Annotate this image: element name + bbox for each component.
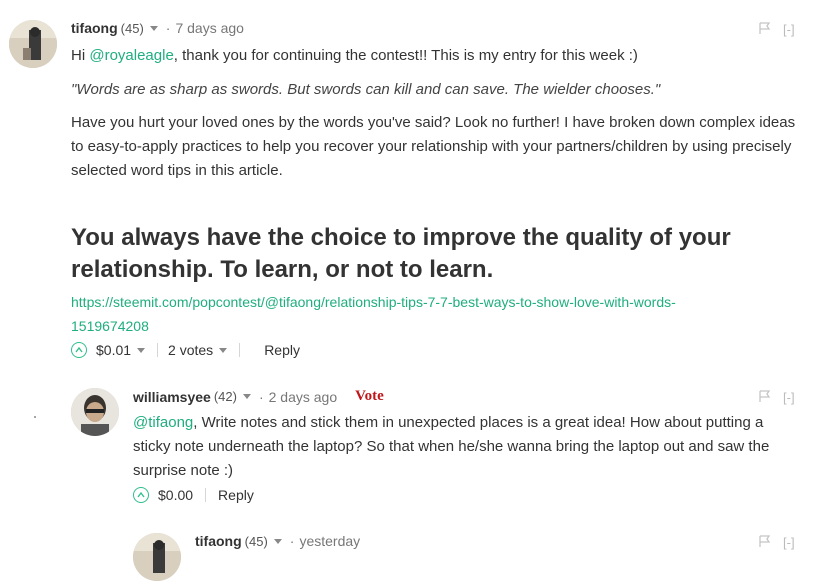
payout-value[interactable]: $0.01	[96, 342, 131, 358]
comment-paragraph: Have you hurt your loved ones by the wor…	[71, 111, 795, 183]
chevron-down-icon[interactable]	[219, 347, 228, 353]
vote-button[interactable]: Vote	[355, 388, 384, 405]
avatar[interactable]	[133, 533, 181, 581]
reply-link[interactable]: Reply	[264, 342, 300, 358]
comment-footer: $0.00 Reply	[133, 487, 254, 503]
upvote-icon[interactable]	[133, 487, 149, 503]
paragraph-line: selected word tips in this article.	[71, 162, 283, 179]
collapse-toggle[interactable]: [-]	[783, 535, 795, 550]
divider	[157, 343, 159, 357]
paragraph-line: Have you hurt your loved ones by the wor…	[71, 114, 796, 131]
comment-header: tifaong (45) · 7 days ago	[71, 20, 244, 36]
divider	[205, 488, 207, 502]
author-name[interactable]: williamsyee	[133, 389, 211, 405]
separator-dot: ·	[289, 533, 295, 549]
reputation-badge: (45)	[120, 20, 144, 36]
separator-dot: ·	[258, 388, 264, 405]
comment-footer: $0.01 2 votes Reply	[71, 342, 300, 358]
chevron-down-icon[interactable]	[149, 25, 158, 31]
comment-heading: You always have the choice to improve th…	[71, 222, 731, 286]
link-line[interactable]: 1519674208	[71, 314, 676, 338]
paragraph-line: to easy-to-apply practices to help you r…	[71, 138, 792, 155]
author-name[interactable]: tifaong	[195, 533, 242, 549]
separator-dot: ·	[165, 20, 171, 36]
divider	[239, 343, 241, 357]
mention-link[interactable]: @royaleagle	[89, 47, 173, 64]
avatar[interactable]	[71, 388, 119, 436]
heading-line: relationship. To learn, or not to learn.	[71, 256, 494, 283]
timestamp[interactable]: 7 days ago	[175, 20, 244, 36]
comment-header: tifaong (45) · yesterday	[195, 533, 360, 549]
greeting-rest: , thank you for continuing the contest!!…	[173, 47, 638, 64]
mention-link[interactable]: @tifaong	[133, 414, 193, 431]
chevron-down-icon[interactable]	[273, 538, 282, 544]
avatar[interactable]	[9, 20, 57, 68]
comment-body: @tifaong, Write notes and stick them in …	[133, 411, 769, 483]
timestamp[interactable]: 2 days ago	[269, 389, 338, 405]
payout-value[interactable]: $0.00	[158, 487, 193, 503]
reputation-badge: (45)	[244, 533, 268, 549]
upvote-icon[interactable]	[71, 342, 87, 358]
flag-icon[interactable]	[759, 22, 771, 38]
collapse-toggle[interactable]: [-]	[783, 390, 795, 405]
body-line: sticky note underneath the laptop? So th…	[133, 438, 770, 455]
heading-line: You always have the choice to improve th…	[71, 224, 731, 251]
flag-icon[interactable]	[759, 390, 771, 406]
body-text: , Write notes and stick them in unexpect…	[193, 414, 764, 431]
collapse-toggle[interactable]: [-]	[783, 22, 795, 37]
chevron-down-icon[interactable]	[137, 347, 146, 353]
body-line: @tifaong, Write notes and stick them in …	[133, 411, 769, 435]
article-link[interactable]: https://steemit.com/popcontest/@tifaong/…	[71, 290, 676, 338]
comment-greeting: Hi @royaleagle, thank you for continuing…	[71, 44, 638, 68]
link-line[interactable]: https://steemit.com/popcontest/@tifaong/…	[71, 290, 676, 314]
votes-count[interactable]: 2 votes	[168, 342, 213, 358]
author-name[interactable]: tifaong	[71, 20, 118, 36]
reply-link[interactable]: Reply	[218, 487, 254, 503]
comment-header: williamsyee (42) · 2 days ago Vote	[133, 388, 384, 405]
chevron-down-icon[interactable]	[242, 394, 251, 399]
reputation-badge: (42)	[213, 389, 237, 404]
decorative-dot	[34, 416, 36, 418]
flag-icon[interactable]	[759, 535, 771, 551]
timestamp[interactable]: yesterday	[299, 533, 360, 549]
body-line: surprise note :)	[133, 462, 234, 479]
comment-quote: "Words are as sharp as swords. But sword…	[71, 81, 661, 98]
greeting-prefix: Hi	[71, 47, 90, 64]
